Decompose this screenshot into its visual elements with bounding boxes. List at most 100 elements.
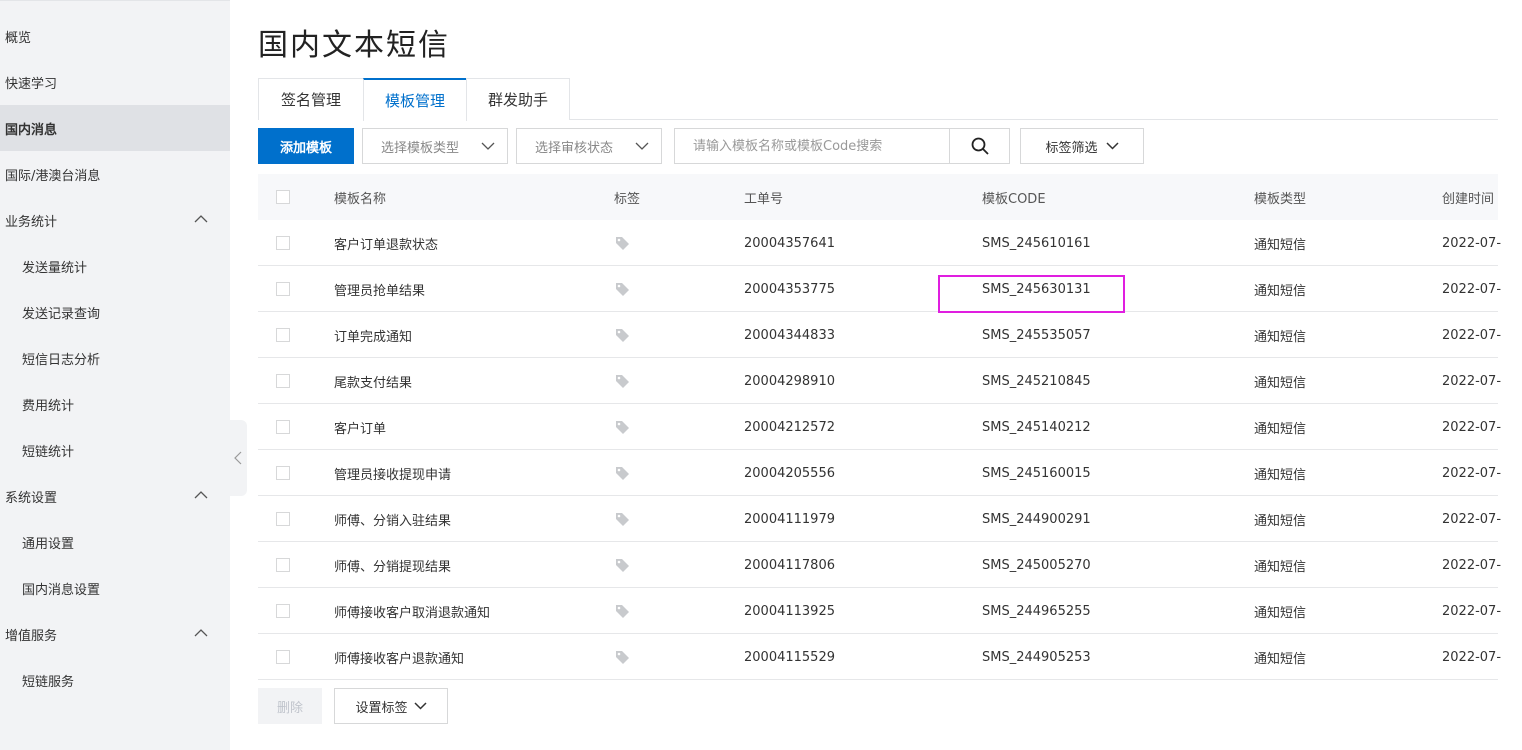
created-time: 2022-07- bbox=[1442, 419, 1502, 435]
row-checkbox[interactable] bbox=[276, 512, 290, 526]
sidebar: 概览 快速学习 国内消息 国际/港澳台消息 业务统计 发送量统计 发送记录查询 … bbox=[0, 0, 230, 750]
tag-icon[interactable] bbox=[614, 511, 630, 527]
sidebar-item-domestic-message[interactable]: 国内消息 bbox=[0, 105, 230, 151]
column-header-tag: 标签 bbox=[614, 191, 641, 207]
main-content: 国内文本短信 签名管理 模板管理 群发助手 添加模板 选择模板类型 选择审核状态… bbox=[258, 0, 1522, 750]
review-status-select[interactable]: 选择审核状态 bbox=[516, 128, 662, 164]
order-number: 20004298910 bbox=[744, 373, 835, 389]
tag-icon[interactable] bbox=[614, 465, 630, 481]
delete-button[interactable]: 删除 bbox=[258, 688, 322, 724]
sidebar-item-label: 国内消息 bbox=[5, 122, 58, 138]
sidebar-item-send-volume[interactable]: 发送量统计 bbox=[0, 243, 230, 289]
sidebar-item-cost-stats[interactable]: 费用统计 bbox=[0, 381, 230, 427]
column-header-time[interactable]: 创建时间 bbox=[1442, 174, 1494, 220]
sidebar-collapse-button[interactable] bbox=[229, 420, 247, 496]
row-checkbox[interactable] bbox=[276, 558, 290, 572]
sidebar-item-label: 通用设置 bbox=[22, 536, 75, 552]
sidebar-item-label: 短链统计 bbox=[22, 444, 75, 460]
template-code: SMS_244905253 bbox=[982, 649, 1091, 665]
template-type-select[interactable]: 选择模板类型 bbox=[362, 128, 508, 164]
tag-icon[interactable] bbox=[614, 649, 630, 665]
tab-label: 群发助手 bbox=[487, 91, 548, 109]
search-input[interactable] bbox=[674, 128, 950, 164]
template-code: SMS_245535057 bbox=[982, 327, 1091, 343]
row-checkbox[interactable] bbox=[276, 650, 290, 664]
template-code: SMS_244900291 bbox=[982, 511, 1091, 527]
chevron-down-icon bbox=[635, 142, 649, 150]
sidebar-item-label: 业务统计 bbox=[5, 214, 58, 230]
sidebar-item-label: 增值服务 bbox=[5, 628, 58, 644]
row-checkbox[interactable] bbox=[276, 466, 290, 480]
template-name: 管理员接收提现申请 bbox=[334, 467, 452, 483]
tag-icon[interactable] bbox=[614, 557, 630, 573]
row-checkbox[interactable] bbox=[276, 374, 290, 388]
order-number: 20004115529 bbox=[744, 649, 835, 665]
select-all-checkbox[interactable] bbox=[276, 190, 290, 204]
set-tag-label: 设置标签 bbox=[355, 700, 408, 716]
row-checkbox[interactable] bbox=[276, 604, 290, 618]
tag-icon[interactable] bbox=[614, 235, 630, 251]
search-button[interactable] bbox=[950, 128, 1010, 164]
tag-icon[interactable] bbox=[614, 419, 630, 435]
chevron-up-icon bbox=[194, 491, 208, 499]
template-type: 通知短信 bbox=[1254, 283, 1307, 299]
tab-template-management[interactable]: 模板管理 bbox=[363, 78, 467, 121]
sidebar-item-label: 发送记录查询 bbox=[22, 306, 101, 322]
sidebar-item-label: 概览 bbox=[5, 30, 32, 46]
row-checkbox[interactable] bbox=[276, 282, 290, 296]
template-type: 通知短信 bbox=[1254, 421, 1307, 437]
row-checkbox[interactable] bbox=[276, 328, 290, 342]
sidebar-item-label: 费用统计 bbox=[22, 398, 75, 414]
created-time: 2022-07- bbox=[1442, 281, 1502, 297]
sidebar-item-short-link-stats[interactable]: 短链统计 bbox=[0, 427, 230, 473]
set-tag-button[interactable]: 设置标签 bbox=[334, 688, 448, 724]
sidebar-item-send-records[interactable]: 发送记录查询 bbox=[0, 289, 230, 335]
row-checkbox[interactable] bbox=[276, 420, 290, 434]
template-code: SMS_244965255 bbox=[982, 603, 1091, 619]
column-header-order: 工单号 bbox=[744, 191, 784, 207]
tag-icon[interactable] bbox=[614, 603, 630, 619]
template-table: 模板名称 标签 工单号 模板CODE 模板类型 创建时间 客户订单退款状态 200… bbox=[258, 174, 1502, 680]
sidebar-item-short-link-service[interactable]: 短链服务 bbox=[0, 657, 230, 703]
template-name: 客户订单退款状态 bbox=[334, 237, 439, 253]
tab-signature-management[interactable]: 签名管理 bbox=[258, 78, 364, 120]
table-header: 模板名称 标签 工单号 模板CODE 模板类型 创建时间 bbox=[258, 174, 1498, 220]
tag-icon[interactable] bbox=[614, 281, 630, 297]
sidebar-item-sms-log-analysis[interactable]: 短信日志分析 bbox=[0, 335, 230, 381]
template-type: 通知短信 bbox=[1254, 237, 1307, 253]
created-time: 2022-07- bbox=[1442, 465, 1502, 481]
sidebar-item-label: 系统设置 bbox=[5, 490, 58, 506]
template-name: 师傅接收客户取消退款通知 bbox=[334, 605, 491, 621]
sidebar-item-system-settings[interactable]: 系统设置 bbox=[0, 473, 230, 519]
toolbar: 添加模板 选择模板类型 选择审核状态 标签筛选 bbox=[258, 128, 1144, 164]
template-type: 通知短信 bbox=[1254, 605, 1307, 621]
template-code: SMS_245005270 bbox=[982, 557, 1091, 573]
tag-icon[interactable] bbox=[614, 327, 630, 343]
chevron-up-icon bbox=[194, 215, 208, 223]
tag-filter-dropdown[interactable]: 标签筛选 bbox=[1020, 128, 1144, 164]
sidebar-item-international-message[interactable]: 国际/港澳台消息 bbox=[0, 151, 230, 197]
sidebar-item-business-stats[interactable]: 业务统计 bbox=[0, 197, 230, 243]
column-header-name[interactable]: 模板名称 bbox=[334, 174, 386, 220]
sidebar-item-domestic-message-settings[interactable]: 国内消息设置 bbox=[0, 565, 230, 611]
template-type: 通知短信 bbox=[1254, 375, 1307, 391]
sidebar-item-value-added-services[interactable]: 增值服务 bbox=[0, 611, 230, 657]
template-type: 通知短信 bbox=[1254, 467, 1307, 483]
created-time: 2022-07- bbox=[1442, 373, 1502, 389]
add-template-button[interactable]: 添加模板 bbox=[258, 128, 354, 164]
template-name: 订单完成通知 bbox=[334, 329, 413, 345]
template-code: SMS_245210845 bbox=[982, 373, 1091, 389]
column-header-type[interactable]: 模板类型 bbox=[1254, 174, 1306, 220]
tab-label: 模板管理 bbox=[384, 92, 445, 110]
sidebar-item-overview[interactable]: 概览 bbox=[0, 13, 230, 59]
sidebar-item-label: 短信日志分析 bbox=[22, 352, 101, 368]
created-time: 2022-07- bbox=[1442, 327, 1502, 343]
tab-bulk-send-assistant[interactable]: 群发助手 bbox=[466, 78, 570, 120]
sidebar-item-general-settings[interactable]: 通用设置 bbox=[0, 519, 230, 565]
tag-icon[interactable] bbox=[614, 373, 630, 389]
row-checkbox[interactable] bbox=[276, 236, 290, 250]
sidebar-item-quick-learn[interactable]: 快速学习 bbox=[0, 59, 230, 105]
template-name: 尾款支付结果 bbox=[334, 375, 413, 391]
order-number: 20004111979 bbox=[744, 511, 835, 527]
table-row: 师傅、分销入驻结果 20004111979 SMS_244900291 通知短信 202… bbox=[258, 496, 1501, 542]
